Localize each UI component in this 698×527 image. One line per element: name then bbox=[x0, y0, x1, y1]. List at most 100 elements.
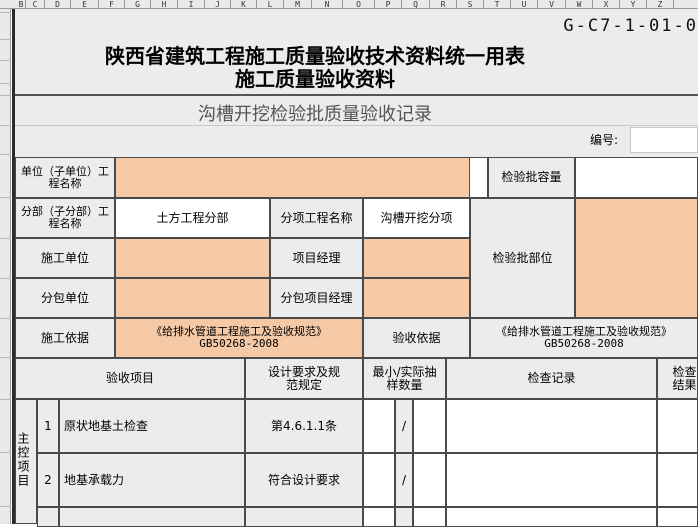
batch-capacity-label: 检验批容量 bbox=[488, 157, 575, 198]
column-header-s[interactable]: S bbox=[457, 0, 484, 8]
row-divider bbox=[0, 83, 11, 84]
form-title: 沟槽开挖检验批质量验收记录 bbox=[198, 104, 432, 125]
unit-project-value[interactable] bbox=[115, 157, 470, 198]
row-number: 2 bbox=[37, 453, 59, 507]
check-item-name bbox=[59, 507, 245, 527]
construction-unit-value[interactable] bbox=[115, 238, 270, 278]
check-record-cell[interactable] bbox=[446, 507, 657, 527]
column-header-x[interactable]: X bbox=[593, 0, 620, 8]
actual-sample-cell[interactable] bbox=[413, 453, 446, 507]
batch-location-label: 检验批部位 bbox=[470, 198, 575, 318]
check-record-cell[interactable] bbox=[446, 399, 657, 453]
column-header-strip: BCDEFGHIJKLMNOPQRSTUVWXYZ bbox=[0, 0, 698, 9]
column-header-p[interactable]: P bbox=[375, 0, 402, 8]
row-divider bbox=[0, 506, 11, 507]
column-header-r[interactable]: R bbox=[430, 0, 457, 8]
column-header-d[interactable]: D bbox=[45, 0, 71, 8]
serial-number-cell[interactable] bbox=[630, 127, 698, 153]
min-sample-cell[interactable] bbox=[363, 399, 395, 453]
column-header-g[interactable]: G bbox=[125, 0, 151, 8]
row-divider bbox=[0, 154, 11, 155]
row-divider bbox=[0, 399, 11, 400]
construction-basis-code: GB50268-2008 bbox=[199, 337, 279, 350]
column-header-j[interactable]: J bbox=[205, 0, 231, 8]
column-header-u[interactable]: U bbox=[511, 0, 538, 8]
subdivision-value[interactable]: 土方工程分部 bbox=[115, 198, 270, 238]
check-result-cell[interactable] bbox=[657, 507, 698, 527]
row-number: 1 bbox=[37, 399, 59, 453]
column-header-c[interactable]: C bbox=[26, 0, 45, 8]
batch-capacity-value[interactable] bbox=[575, 157, 698, 198]
column-header-y[interactable]: Y bbox=[620, 0, 647, 8]
subdivision-label: 分部（子分部）工程名称 bbox=[15, 198, 115, 238]
row-divider bbox=[0, 197, 11, 198]
project-manager-value[interactable] bbox=[363, 238, 470, 278]
project-manager-label: 项目经理 bbox=[270, 238, 363, 278]
document-number: G-C7-1-01-0 bbox=[563, 16, 698, 36]
item-header: 验收项目 bbox=[15, 358, 245, 399]
unit-project-label: 单位（子单位）工程名称 bbox=[15, 157, 115, 198]
column-header-h[interactable]: H bbox=[151, 0, 178, 8]
serial-number-label: 编号: bbox=[590, 133, 619, 147]
acceptance-form: 单位（子单位）工程名称 检验批容量 分部（子分部）工程名称 土方工程分部 分项工… bbox=[15, 157, 698, 527]
column-header-o[interactable]: O bbox=[343, 0, 375, 8]
construction-basis-value[interactable]: 《给排水管道工程施工及验收规范》 GB50268-2008 bbox=[115, 318, 363, 358]
row-divider bbox=[0, 95, 11, 96]
design-requirement bbox=[245, 507, 363, 527]
sample-separator bbox=[395, 507, 413, 527]
column-header-b[interactable]: B bbox=[17, 0, 26, 8]
row-divider bbox=[0, 452, 11, 453]
row-divider bbox=[0, 12, 11, 13]
row-divider bbox=[0, 318, 11, 319]
column-header-z[interactable]: Z bbox=[647, 0, 674, 8]
sample-separator: / bbox=[395, 453, 413, 507]
construction-unit-label: 施工单位 bbox=[15, 238, 115, 278]
column-header-t[interactable]: T bbox=[484, 0, 511, 8]
column-header-q[interactable]: Q bbox=[402, 0, 430, 8]
main-subtitle: 施工质量验收资料 bbox=[235, 67, 395, 91]
spacer-cell bbox=[470, 157, 488, 198]
row-header-gutter bbox=[0, 9, 11, 524]
min-sample-cell[interactable] bbox=[363, 507, 395, 527]
construction-basis-label: 施工依据 bbox=[15, 318, 115, 358]
column-header-m[interactable]: M bbox=[284, 0, 312, 8]
column-header-w[interactable]: W bbox=[566, 0, 593, 8]
subitem-value[interactable]: 沟槽开挖分项 bbox=[363, 198, 470, 238]
column-header-f[interactable]: F bbox=[99, 0, 125, 8]
subcontract-manager-value[interactable] bbox=[363, 278, 470, 318]
batch-location-value[interactable] bbox=[575, 198, 698, 318]
column-header-e[interactable]: E bbox=[71, 0, 99, 8]
check-record-cell[interactable] bbox=[446, 453, 657, 507]
check-result-cell[interactable] bbox=[657, 453, 698, 507]
subcontractor-label: 分包单位 bbox=[15, 278, 115, 318]
actual-sample-cell[interactable] bbox=[413, 507, 446, 527]
column-header-l[interactable]: L bbox=[257, 0, 284, 8]
check-item-name: 原状地基土检查 bbox=[59, 399, 245, 453]
min-sample-cell[interactable] bbox=[363, 453, 395, 507]
column-header-v[interactable]: V bbox=[538, 0, 566, 8]
subitem-label: 分项工程名称 bbox=[270, 198, 363, 238]
row-divider bbox=[0, 125, 11, 126]
row-number bbox=[37, 507, 59, 527]
design-requirement: 符合设计要求 bbox=[245, 453, 363, 507]
check-result-header: 检查结果 bbox=[657, 358, 698, 399]
column-header-n[interactable]: N bbox=[312, 0, 343, 8]
sample-separator: / bbox=[395, 399, 413, 453]
main-control-items-label: 主控项目 bbox=[15, 399, 37, 524]
subtitle-divider bbox=[15, 125, 698, 126]
design-requirement-header: 设计要求及规范规定 bbox=[245, 358, 363, 399]
check-result-cell[interactable] bbox=[657, 399, 698, 453]
design-requirement: 第4.6.1.1条 bbox=[245, 399, 363, 453]
acceptance-basis-label: 验收依据 bbox=[363, 318, 470, 358]
sample-size-header: 最小/实际抽样数量 bbox=[363, 358, 446, 399]
subcontractor-value[interactable] bbox=[115, 278, 270, 318]
row-divider bbox=[0, 238, 11, 239]
column-header-i[interactable]: I bbox=[178, 0, 205, 8]
row-divider bbox=[0, 60, 11, 61]
actual-sample-cell[interactable] bbox=[413, 399, 446, 453]
acceptance-basis-code: GB50268-2008 bbox=[544, 337, 624, 350]
check-item-name: 地基承载力 bbox=[59, 453, 245, 507]
column-header-k[interactable]: K bbox=[231, 0, 257, 8]
acceptance-basis-value[interactable]: 《给排水管道工程施工及验收规范》 GB50268-2008 bbox=[470, 318, 698, 358]
row-divider bbox=[0, 39, 11, 40]
